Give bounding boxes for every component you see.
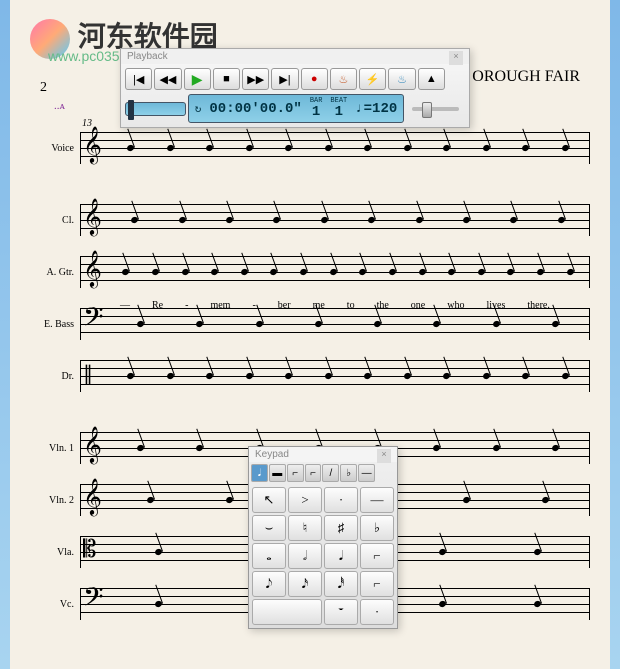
stave-label: Cl. bbox=[30, 215, 80, 226]
record-button[interactable]: ● bbox=[301, 68, 328, 90]
keypad-whole-note-button[interactable]: 𝅝 bbox=[252, 543, 286, 569]
stave-label: E. Bass bbox=[30, 319, 80, 330]
stave-label: Vla. bbox=[30, 547, 80, 558]
keypad-bracket2-button[interactable]: ⌐ bbox=[360, 571, 394, 597]
beat-value: 1 bbox=[335, 105, 343, 119]
live-tempo-button[interactable]: ⚡ bbox=[359, 68, 386, 90]
stave-lines[interactable]: 𝄞 bbox=[80, 256, 590, 288]
timeline-slider[interactable] bbox=[125, 102, 186, 116]
keypad-tabs: 𝅘𝅥 ▬ ⌐ ⌐ / ♭ — bbox=[249, 462, 377, 484]
stave-label: Voice bbox=[30, 143, 80, 154]
time-display: 00:00'00.0" bbox=[209, 101, 301, 117]
keypad-sixteenth-note-button[interactable]: 𝅘𝅥𝅯 bbox=[288, 571, 322, 597]
tempo-note-icon: ♩= bbox=[355, 101, 372, 117]
bass-clef-icon: 𝄢 bbox=[83, 584, 104, 616]
skip-end-button[interactable]: ▶| bbox=[271, 68, 298, 90]
keypad-eighth-note-button[interactable]: 𝅘𝅥𝅮 bbox=[252, 571, 286, 597]
keypad-half-note-button[interactable]: 𝅗𝅥 bbox=[288, 543, 322, 569]
stave-label: Vln. 1 bbox=[30, 443, 80, 454]
playback-title-text: Playback bbox=[127, 51, 168, 62]
stave-lines[interactable]: 𝄞 bbox=[80, 204, 590, 236]
treble-clef-icon: 𝄞 bbox=[83, 200, 102, 232]
playback-titlebar[interactable]: Playback × bbox=[121, 49, 469, 64]
keypad-tie-button[interactable]: ⌣ bbox=[252, 515, 286, 541]
skip-start-button[interactable]: |◀ bbox=[125, 68, 152, 90]
stave-lines[interactable]: 𝄢 bbox=[80, 308, 590, 340]
treble-clef-icon: 𝄞 bbox=[83, 428, 102, 460]
bass-clef-icon: 𝄢 bbox=[83, 304, 104, 336]
score-title-fragment: OROUGH FAIR bbox=[472, 68, 580, 86]
keypad-tab-more[interactable]: — bbox=[358, 464, 375, 482]
keypad-titlebar[interactable]: Keypad × bbox=[249, 447, 397, 462]
rewind-button[interactable]: ◀◀ bbox=[154, 68, 181, 90]
keypad-grid: ↖ > · — ⌣ ♮ ♯ ♭ 𝅝 𝅗𝅥 𝅘𝅥 ⌐ 𝅘𝅥𝅮 𝅘𝅥𝅯 𝅘𝅥𝅰 ⌐ … bbox=[249, 484, 397, 628]
alto-clef-icon: 𝄡 bbox=[83, 538, 96, 562]
keypad-tab-lines[interactable]: ⌐ bbox=[305, 464, 322, 482]
stave-label: Vc. bbox=[30, 599, 80, 610]
keypad-sharp-button[interactable]: ♯ bbox=[324, 515, 358, 541]
lcd-display[interactable]: ↻ 00:00'00.0" BAR 1 BEAT 1 ♩=120 bbox=[188, 94, 405, 123]
close-icon[interactable]: × bbox=[377, 449, 391, 463]
bar-value: 1 bbox=[312, 105, 320, 119]
rehearsal-mark: ..ᴀ bbox=[54, 100, 65, 112]
keypad-bracket-button[interactable]: ⌐ bbox=[360, 543, 394, 569]
tempo-value: 120 bbox=[372, 101, 397, 117]
keypad-rest-button[interactable]: 𝄻 bbox=[324, 599, 358, 625]
keypad-tab-accidentals[interactable]: ♭ bbox=[340, 464, 357, 482]
stave-lines[interactable]: ∥ bbox=[80, 360, 590, 392]
fast-forward-button[interactable]: ▶▶ bbox=[242, 68, 269, 90]
flexi-time-button[interactable]: ♨ bbox=[330, 68, 357, 90]
rewind-small-icon[interactable]: ↻ bbox=[195, 102, 202, 116]
stave-clarinet[interactable]: Cl. 𝄞 bbox=[30, 200, 590, 240]
keypad-natural-button[interactable]: ♮ bbox=[288, 515, 322, 541]
stave-label: A. Gtr. bbox=[30, 267, 80, 278]
keypad-thirtysecond-note-button[interactable]: 𝅘𝅥𝅰 bbox=[324, 571, 358, 597]
stave-label: Vln. 2 bbox=[30, 495, 80, 506]
keypad-dot-button[interactable]: · bbox=[360, 599, 394, 625]
keypad-tab-rests[interactable]: ▬ bbox=[269, 464, 286, 482]
playback-panel[interactable]: Playback × |◀ ◀◀ ▶ ■ ▶▶ ▶| ● ♨ ⚡ ♨ ▲ ↻ 0… bbox=[120, 48, 470, 128]
keypad-tab-slashes[interactable]: / bbox=[322, 464, 339, 482]
keypad-accent-button[interactable]: > bbox=[288, 487, 322, 513]
tempo-slider[interactable] bbox=[412, 107, 459, 111]
stave-voice[interactable]: Voice 𝄞 bbox=[30, 128, 590, 168]
keypad-title-text: Keypad bbox=[255, 449, 289, 460]
playback-toolbar: |◀ ◀◀ ▶ ■ ▶▶ ▶| ● ♨ ⚡ ♨ ▲ bbox=[121, 64, 449, 94]
playback-lcd-row: ↻ 00:00'00.0" BAR 1 BEAT 1 ♩=120 bbox=[125, 94, 465, 123]
performance-button[interactable]: ♨ bbox=[388, 68, 415, 90]
percussion-clef-icon: ∥ bbox=[83, 364, 93, 384]
keypad-flat-button[interactable]: ♭ bbox=[360, 515, 394, 541]
keypad-tab-articulations[interactable]: ⌐ bbox=[287, 464, 304, 482]
stop-button[interactable]: ■ bbox=[213, 68, 240, 90]
keypad-panel[interactable]: Keypad × 𝅘𝅥 ▬ ⌐ ⌐ / ♭ — ↖ > · — ⌣ ♮ ♯ ♭ … bbox=[248, 446, 398, 629]
page-number: 2 bbox=[40, 80, 47, 96]
click-button[interactable]: ▲ bbox=[418, 68, 445, 90]
stave-guitar[interactable]: A. Gtr. 𝄞 bbox=[30, 252, 590, 292]
stave-drums[interactable]: Dr. ∥ bbox=[30, 356, 590, 396]
keypad-empty-button[interactable] bbox=[252, 599, 322, 625]
keypad-staccato-button[interactable]: · bbox=[324, 487, 358, 513]
play-button[interactable]: ▶ bbox=[184, 68, 211, 90]
keypad-tab-notes[interactable]: 𝅘𝅥 bbox=[251, 464, 268, 482]
stave-bass[interactable]: E. Bass 𝄢 bbox=[30, 304, 590, 344]
keypad-quarter-note-button[interactable]: 𝅘𝅥 bbox=[324, 543, 358, 569]
keypad-cursor-button[interactable]: ↖ bbox=[252, 487, 286, 513]
treble-clef-icon: 𝄞 bbox=[83, 252, 102, 284]
stave-label: Dr. bbox=[30, 371, 80, 382]
treble-clef-icon: 𝄞 bbox=[83, 128, 102, 160]
notes[interactable] bbox=[111, 132, 585, 164]
treble-clef-icon: 𝄞 bbox=[83, 480, 102, 512]
keypad-tenuto-button[interactable]: — bbox=[360, 487, 394, 513]
close-icon[interactable]: × bbox=[449, 51, 463, 65]
stave-lines[interactable]: 𝄞 bbox=[80, 132, 590, 164]
